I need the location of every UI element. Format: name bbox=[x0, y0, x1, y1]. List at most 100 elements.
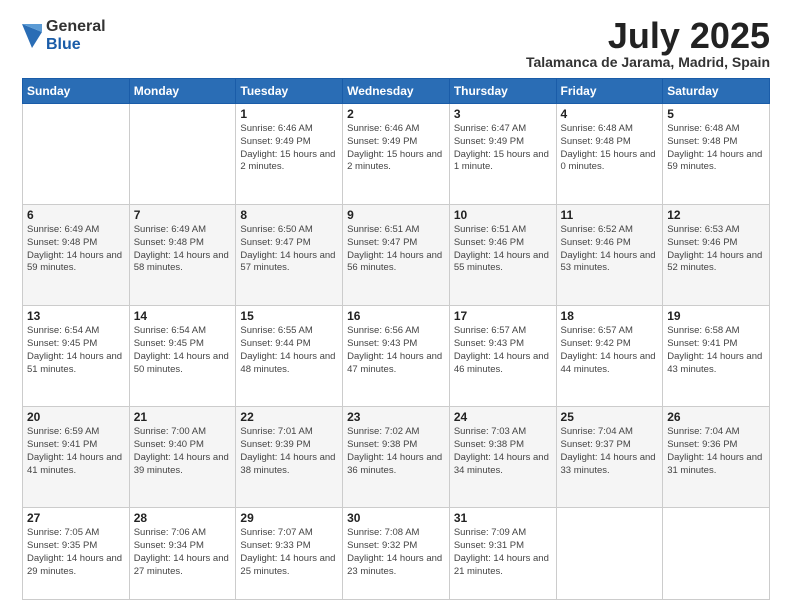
table-row: 14 Sunrise: 6:54 AM Sunset: 9:45 PM Dayli… bbox=[129, 306, 236, 407]
calendar-week-row: 1 Sunrise: 6:46 AM Sunset: 9:49 PM Daylig… bbox=[23, 104, 770, 205]
table-row: 24 Sunrise: 7:03 AM Sunset: 9:38 PM Dayli… bbox=[449, 407, 556, 508]
table-row: 17Sunrise: 6:57 AM Sunset: 9:43 PM Dayli… bbox=[449, 306, 556, 407]
table-row: 27 Sunrise: 7:05 AM Sunset: 9:35 PM Dayli… bbox=[23, 508, 130, 600]
day-info: Sunrise: 6:56 AM Sunset: 9:43 PM Dayligh… bbox=[347, 325, 445, 376]
day-number: 7 bbox=[134, 208, 232, 222]
day-number: 16 bbox=[347, 309, 445, 323]
table-row: 31 Sunrise: 7:09 AM Sunset: 9:31 PM Dayli… bbox=[449, 508, 556, 600]
day-info: Sunrise: 6:53 AM Sunset: 9:46 PM Dayligh… bbox=[667, 224, 765, 275]
day-number: 28 bbox=[134, 511, 232, 525]
logo-text: General Blue bbox=[46, 18, 106, 53]
day-info: Sunrise: 6:59 AM Sunset: 9:41 PM Dayligh… bbox=[27, 426, 125, 477]
day-info: Sunrise: 6:47 AM Sunset: 9:49 PM Dayligh… bbox=[454, 123, 552, 174]
day-info: Sunrise: 7:04 AM Sunset: 9:37 PM Dayligh… bbox=[561, 426, 659, 477]
table-row: 21Sunrise: 7:00 AM Sunset: 9:40 PM Dayli… bbox=[129, 407, 236, 508]
table-row bbox=[556, 508, 663, 600]
table-row: 30Sunrise: 7:08 AM Sunset: 9:32 PM Dayli… bbox=[343, 508, 450, 600]
day-number: 20 bbox=[27, 410, 125, 424]
day-info: Sunrise: 7:02 AM Sunset: 9:38 PM Dayligh… bbox=[347, 426, 445, 477]
day-info: Sunrise: 7:04 AM Sunset: 9:36 PM Dayligh… bbox=[667, 426, 765, 477]
day-number: 9 bbox=[347, 208, 445, 222]
day-number: 21 bbox=[134, 410, 232, 424]
day-number: 4 bbox=[561, 107, 659, 121]
table-row: 11 Sunrise: 6:52 AM Sunset: 9:46 PM Dayli… bbox=[556, 205, 663, 306]
col-sunday: Sunday bbox=[23, 79, 130, 104]
day-info: Sunrise: 7:06 AM Sunset: 9:34 PM Dayligh… bbox=[134, 527, 232, 578]
day-info: Sunrise: 6:58 AM Sunset: 9:41 PM Dayligh… bbox=[667, 325, 765, 376]
table-row: 1 Sunrise: 6:46 AM Sunset: 9:49 PM Daylig… bbox=[236, 104, 343, 205]
day-info: Sunrise: 6:46 AM Sunset: 9:49 PM Dayligh… bbox=[240, 123, 338, 174]
calendar-header-row: Sunday Monday Tuesday Wednesday Thursday… bbox=[23, 79, 770, 104]
day-info: Sunrise: 6:50 AM Sunset: 9:47 PM Dayligh… bbox=[240, 224, 338, 275]
table-row bbox=[129, 104, 236, 205]
col-friday: Friday bbox=[556, 79, 663, 104]
table-row: 23 Sunrise: 7:02 AM Sunset: 9:38 PM Dayli… bbox=[343, 407, 450, 508]
day-number: 23 bbox=[347, 410, 445, 424]
calendar-week-row: 6Sunrise: 6:49 AM Sunset: 9:48 PM Daylig… bbox=[23, 205, 770, 306]
day-info: Sunrise: 6:55 AM Sunset: 9:44 PM Dayligh… bbox=[240, 325, 338, 376]
table-row: 29 Sunrise: 7:07 AM Sunset: 9:33 PM Dayli… bbox=[236, 508, 343, 600]
logo-blue-text: Blue bbox=[46, 36, 106, 54]
day-number: 19 bbox=[667, 309, 765, 323]
page: General Blue July 2025 Talamanca de Jara… bbox=[0, 0, 792, 612]
table-row: 4 Sunrise: 6:48 AM Sunset: 9:48 PM Daylig… bbox=[556, 104, 663, 205]
table-row bbox=[663, 508, 770, 600]
col-monday: Monday bbox=[129, 79, 236, 104]
logo-general-text: General bbox=[46, 18, 106, 36]
day-info: Sunrise: 7:09 AM Sunset: 9:31 PM Dayligh… bbox=[454, 527, 552, 578]
day-number: 12 bbox=[667, 208, 765, 222]
day-number: 29 bbox=[240, 511, 338, 525]
col-saturday: Saturday bbox=[663, 79, 770, 104]
col-tuesday: Tuesday bbox=[236, 79, 343, 104]
day-number: 27 bbox=[27, 511, 125, 525]
calendar-week-row: 27 Sunrise: 7:05 AM Sunset: 9:35 PM Dayli… bbox=[23, 508, 770, 600]
logo: General Blue bbox=[22, 18, 106, 53]
table-row bbox=[23, 104, 130, 205]
calendar-week-row: 13 Sunrise: 6:54 AM Sunset: 9:45 PM Dayli… bbox=[23, 306, 770, 407]
table-row: 5Sunrise: 6:48 AM Sunset: 9:48 PM Daylig… bbox=[663, 104, 770, 205]
day-number: 11 bbox=[561, 208, 659, 222]
header: General Blue July 2025 Talamanca de Jara… bbox=[22, 18, 770, 70]
calendar-table: Sunday Monday Tuesday Wednesday Thursday… bbox=[22, 78, 770, 600]
day-info: Sunrise: 7:01 AM Sunset: 9:39 PM Dayligh… bbox=[240, 426, 338, 477]
day-info: Sunrise: 6:54 AM Sunset: 9:45 PM Dayligh… bbox=[134, 325, 232, 376]
day-info: Sunrise: 6:48 AM Sunset: 9:48 PM Dayligh… bbox=[667, 123, 765, 174]
day-number: 3 bbox=[454, 107, 552, 121]
day-info: Sunrise: 6:52 AM Sunset: 9:46 PM Dayligh… bbox=[561, 224, 659, 275]
col-wednesday: Wednesday bbox=[343, 79, 450, 104]
day-number: 8 bbox=[240, 208, 338, 222]
day-number: 18 bbox=[561, 309, 659, 323]
day-number: 17 bbox=[454, 309, 552, 323]
day-number: 14 bbox=[134, 309, 232, 323]
logo-icon bbox=[22, 24, 42, 48]
day-info: Sunrise: 6:46 AM Sunset: 9:49 PM Dayligh… bbox=[347, 123, 445, 174]
day-info: Sunrise: 7:07 AM Sunset: 9:33 PM Dayligh… bbox=[240, 527, 338, 578]
day-info: Sunrise: 6:49 AM Sunset: 9:48 PM Dayligh… bbox=[27, 224, 125, 275]
table-row: 7 Sunrise: 6:49 AM Sunset: 9:48 PM Daylig… bbox=[129, 205, 236, 306]
day-info: Sunrise: 6:49 AM Sunset: 9:48 PM Dayligh… bbox=[134, 224, 232, 275]
day-number: 1 bbox=[240, 107, 338, 121]
day-number: 13 bbox=[27, 309, 125, 323]
day-info: Sunrise: 6:51 AM Sunset: 9:47 PM Dayligh… bbox=[347, 224, 445, 275]
day-number: 15 bbox=[240, 309, 338, 323]
table-row: 2 Sunrise: 6:46 AM Sunset: 9:49 PM Daylig… bbox=[343, 104, 450, 205]
title-month: July 2025 bbox=[526, 18, 770, 54]
table-row: 20 Sunrise: 6:59 AM Sunset: 9:41 PM Dayli… bbox=[23, 407, 130, 508]
day-info: Sunrise: 6:51 AM Sunset: 9:46 PM Dayligh… bbox=[454, 224, 552, 275]
day-info: Sunrise: 7:05 AM Sunset: 9:35 PM Dayligh… bbox=[27, 527, 125, 578]
table-row: 28 Sunrise: 7:06 AM Sunset: 9:34 PM Dayli… bbox=[129, 508, 236, 600]
day-number: 2 bbox=[347, 107, 445, 121]
table-row: 3 Sunrise: 6:47 AM Sunset: 9:49 PM Daylig… bbox=[449, 104, 556, 205]
table-row: 9 Sunrise: 6:51 AM Sunset: 9:47 PM Daylig… bbox=[343, 205, 450, 306]
table-row: 22Sunrise: 7:01 AM Sunset: 9:39 PM Dayli… bbox=[236, 407, 343, 508]
day-number: 26 bbox=[667, 410, 765, 424]
day-info: Sunrise: 6:54 AM Sunset: 9:45 PM Dayligh… bbox=[27, 325, 125, 376]
day-info: Sunrise: 6:48 AM Sunset: 9:48 PM Dayligh… bbox=[561, 123, 659, 174]
day-number: 31 bbox=[454, 511, 552, 525]
day-info: Sunrise: 7:03 AM Sunset: 9:38 PM Dayligh… bbox=[454, 426, 552, 477]
col-thursday: Thursday bbox=[449, 79, 556, 104]
day-number: 24 bbox=[454, 410, 552, 424]
day-number: 25 bbox=[561, 410, 659, 424]
table-row: 26 Sunrise: 7:04 AM Sunset: 9:36 PM Dayli… bbox=[663, 407, 770, 508]
table-row: 13 Sunrise: 6:54 AM Sunset: 9:45 PM Dayli… bbox=[23, 306, 130, 407]
